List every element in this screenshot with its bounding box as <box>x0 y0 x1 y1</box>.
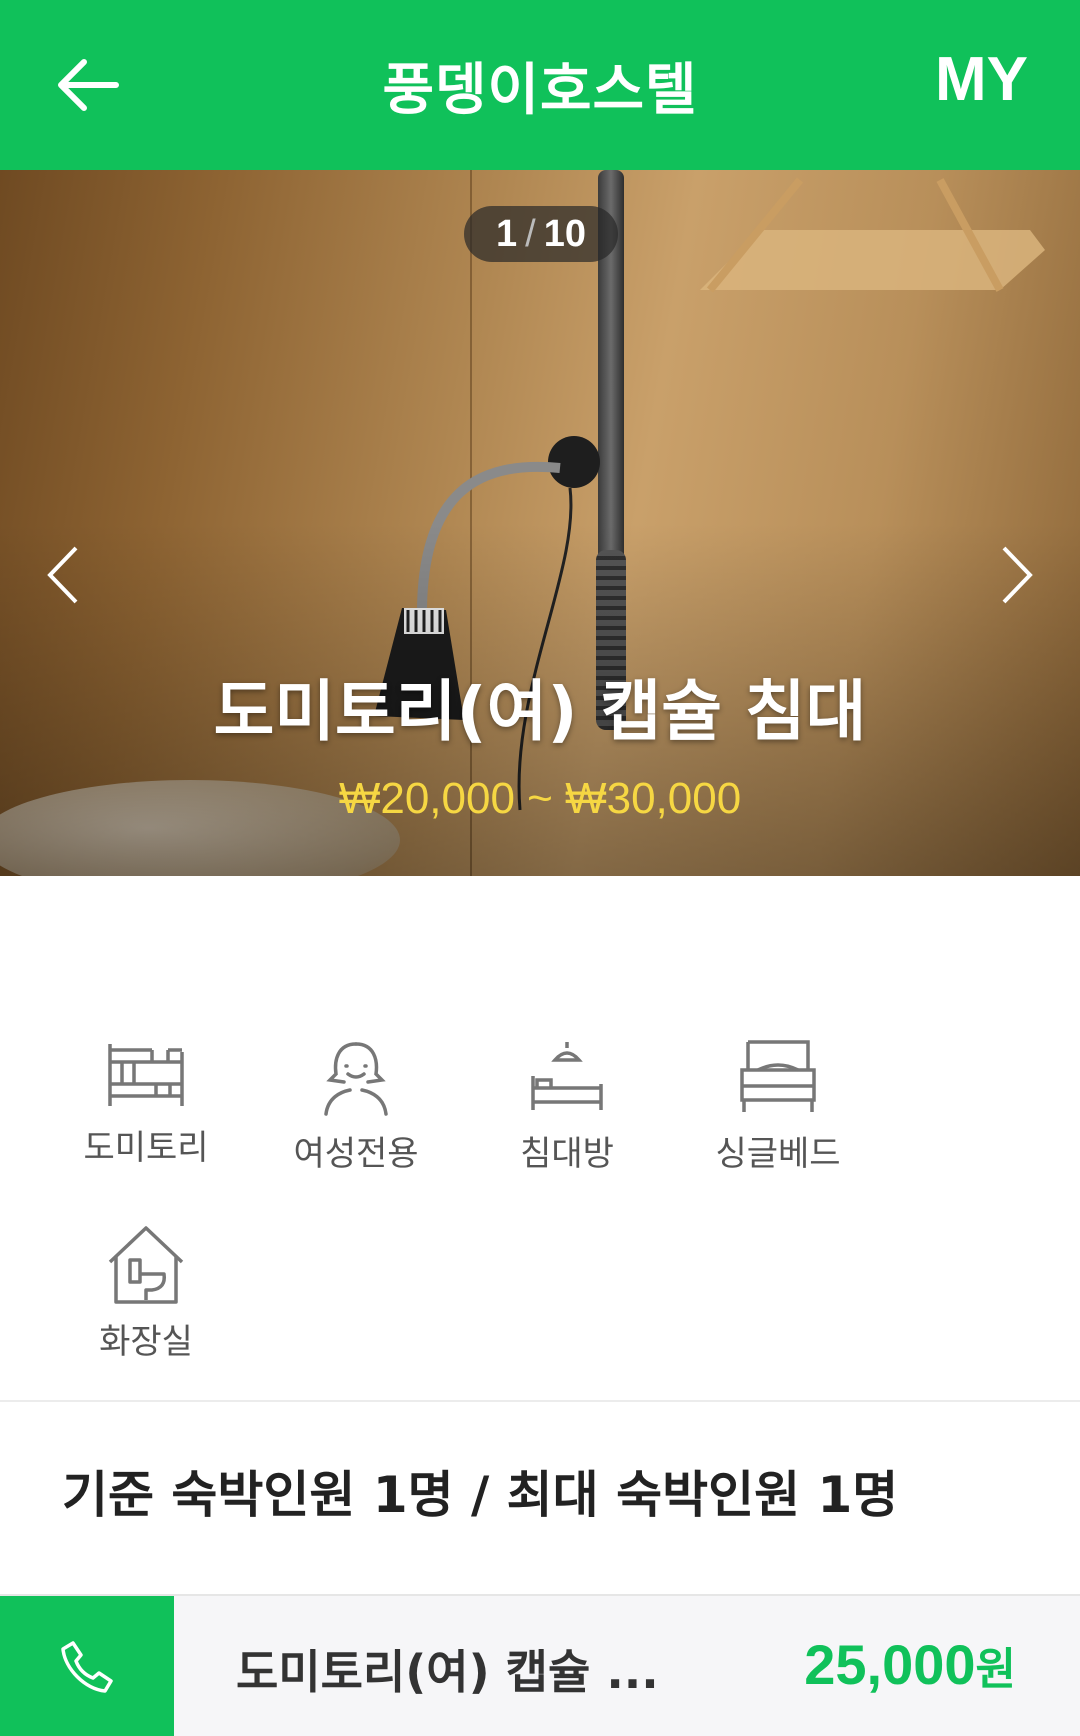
female-icon <box>324 1042 388 1116</box>
counter-current: 1 <box>496 212 518 255</box>
feature-bed-room: 침대방 <box>477 1040 657 1175</box>
photo-counter: 1 / 10 <box>464 206 618 262</box>
feature-toilet: 화장실 <box>56 1224 236 1363</box>
feature-label: 여성전용 <box>293 1134 419 1174</box>
chevron-right-icon <box>1002 546 1033 604</box>
next-photo-button[interactable] <box>990 540 1040 610</box>
bed-room-icon <box>531 1042 603 1110</box>
bunk-bed-icon <box>108 1044 184 1106</box>
counter-total: 10 <box>543 212 586 255</box>
counter-separator: / <box>525 212 536 255</box>
page-title: 풍뎅이호스텔 <box>382 57 698 123</box>
price-value: 25,000 <box>804 1633 976 1696</box>
feature-label: 싱글베드 <box>715 1134 841 1174</box>
price-range: ₩20,000 ~ ₩30,000 <box>338 774 742 823</box>
arrow-left-icon <box>58 59 119 111</box>
section-divider <box>0 1400 1080 1402</box>
app-header: 풍뎅이호스텔 MY <box>0 0 1080 170</box>
feature-label: 화장실 <box>99 1322 193 1362</box>
single-bed-icon <box>740 1040 816 1112</box>
my-page-button[interactable]: MY <box>935 44 1028 115</box>
price-unit: 원 <box>975 1644 1016 1695</box>
chevron-left-icon <box>47 546 78 604</box>
toilet-icon <box>108 1226 184 1304</box>
selected-room-price: 25,000원 <box>804 1632 1016 1697</box>
call-button[interactable] <box>0 1596 174 1736</box>
photo-carousel[interactable]: 1 / 10 도미토리(여) 캡슐 침대 ₩20,000 ~ ₩30,000 <box>0 170 1080 876</box>
previous-photo-button[interactable] <box>40 540 90 610</box>
feature-female-only: 여성전용 <box>266 1040 446 1175</box>
capacity-info: 기준 숙박인원 1명 / 최대 숙박인원 1명 <box>62 1466 899 1524</box>
booking-bar: 도미토리(여) 캡슐 ... 25,000원 <box>0 1594 1080 1736</box>
feature-label: 도미토리 <box>83 1128 209 1168</box>
selected-room-name: 도미토리(여) 캡슐 ... <box>236 1645 659 1699</box>
phone-icon <box>61 1641 113 1693</box>
back-button[interactable] <box>48 45 128 125</box>
feature-label: 침대방 <box>520 1134 614 1174</box>
feature-single-bed: 싱글베드 <box>688 1040 868 1175</box>
feature-dormitory: 도미토리 <box>56 1040 236 1169</box>
room-title: 도미토리(여) 캡슐 침대 <box>213 673 867 750</box>
